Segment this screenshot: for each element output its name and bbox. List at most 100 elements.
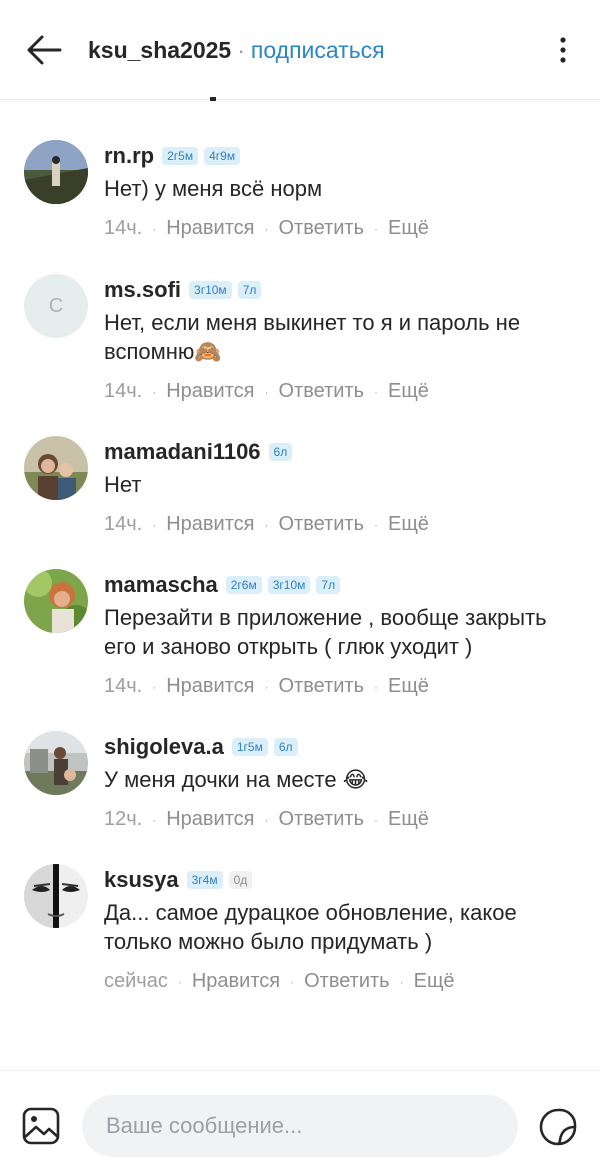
avatar[interactable]	[24, 569, 88, 633]
comment-text: Нет) у меня всё норм	[104, 176, 323, 201]
sticker-icon	[539, 1108, 577, 1146]
avatar[interactable]	[24, 731, 88, 795]
reply-button[interactable]: Ответить	[279, 808, 365, 831]
comment-text: Да... самое дурацкое обновление, какое т…	[104, 900, 517, 954]
comment-text: Перезайти в приложение , вообще закрыть …	[104, 605, 547, 659]
reply-button[interactable]: Ответить	[279, 513, 365, 536]
message-composer	[0, 1070, 600, 1169]
comment-username[interactable]: mamadani1106	[104, 439, 261, 465]
membership-badge: 2г6м	[225, 576, 262, 594]
membership-badge: 3г4м	[186, 871, 223, 889]
like-button[interactable]: Нравится	[166, 513, 254, 536]
reply-button[interactable]: Ответить	[279, 675, 365, 698]
sticker-button[interactable]	[538, 1107, 578, 1147]
like-button[interactable]: Нравится	[166, 675, 254, 698]
comment-text: У меня дочки на месте 😂	[104, 767, 369, 792]
comment-actions: 12ч. · Нравится · Ответить · Ещё	[104, 808, 584, 831]
avatar[interactable]	[24, 864, 88, 928]
more-button[interactable]: Ещё	[388, 808, 429, 831]
membership-badge: 4г9м	[204, 147, 241, 165]
more-button[interactable]: Ещё	[388, 380, 429, 403]
comment-time: сейчас	[104, 970, 168, 992]
top-bar: ksu_sha2025 · подписаться	[0, 0, 600, 100]
scroll-artifact	[210, 97, 216, 101]
like-button[interactable]: Нравится	[192, 970, 280, 993]
page-title: ksu_sha2025 · подписаться	[88, 36, 385, 64]
membership-badge: 7л	[316, 576, 341, 594]
more-button[interactable]: Ещё	[388, 217, 429, 240]
avatar-photo-icon	[24, 864, 88, 928]
meta-separator: ·	[152, 384, 157, 399]
meta-separator: ·	[152, 517, 157, 532]
arrow-left-icon	[27, 35, 62, 65]
comment-list[interactable]: rn.rp 2г5м 4г9м Нет) у меня всё норм 14ч…	[0, 100, 600, 1070]
comment-time: 14ч.	[104, 380, 143, 402]
membership-badge: 0д	[228, 871, 253, 889]
avatar[interactable]	[24, 140, 88, 204]
membership-badge: 3г10м	[267, 576, 311, 594]
avatar-photo-icon	[24, 731, 88, 795]
meta-separator: ·	[374, 679, 378, 694]
like-button[interactable]: Нравится	[166, 217, 254, 240]
meta-separator: ·	[264, 812, 269, 827]
membership-badge: 6л	[273, 738, 298, 756]
comment-time: 14ч.	[104, 513, 143, 535]
comment-text: Нет	[104, 472, 142, 497]
comment-username[interactable]: shigoleva.a	[104, 734, 224, 760]
back-button[interactable]	[22, 30, 66, 70]
like-button[interactable]: Нравится	[166, 808, 254, 831]
message-input[interactable]	[82, 1095, 518, 1157]
attach-image-button[interactable]	[22, 1107, 60, 1145]
avatar[interactable]: С	[24, 274, 88, 338]
comment-username[interactable]: ksusya	[104, 867, 179, 893]
more-vertical-icon	[560, 37, 566, 63]
comment-actions: 14ч. · Нравится · Ответить · Ещё	[104, 675, 584, 698]
avatar-photo-icon	[24, 436, 88, 500]
comment-actions: 14ч. · Нравится · Ответить · Ещё	[104, 380, 584, 403]
subscribe-link[interactable]: подписаться	[251, 37, 385, 63]
reply-button[interactable]: Ответить	[279, 217, 365, 240]
meta-separator: ·	[374, 384, 378, 399]
meta-separator: ·	[264, 517, 269, 532]
comment-actions: сейчас · Нравится · Ответить · Ещё	[104, 970, 584, 993]
more-button[interactable]: Ещё	[388, 675, 429, 698]
avatar-photo-icon	[24, 140, 88, 204]
meta-separator: ·	[374, 221, 378, 236]
membership-badge: 6л	[268, 443, 293, 461]
avatar[interactable]	[24, 436, 88, 500]
meta-separator: ·	[152, 221, 157, 236]
membership-badge: 2г5м	[162, 147, 199, 165]
comment-time: 14ч.	[104, 675, 143, 697]
meta-separator: ·	[399, 974, 404, 989]
more-button[interactable]: Ещё	[388, 513, 429, 536]
comment-username[interactable]: rn.rp	[104, 143, 154, 169]
like-button[interactable]: Нравится	[166, 380, 254, 403]
comment-username[interactable]: mamascha	[104, 572, 218, 598]
comment-time: 12ч.	[104, 808, 143, 830]
comment-username[interactable]: ms.sofi	[104, 277, 181, 303]
more-button[interactable]: Ещё	[414, 970, 455, 993]
reply-button[interactable]: Ответить	[304, 970, 390, 993]
membership-badge: 3г10м	[189, 281, 232, 299]
meta-separator: ·	[264, 384, 269, 399]
profile-username[interactable]: ksu_sha2025	[88, 37, 231, 63]
reply-button[interactable]: Ответить	[279, 380, 365, 403]
meta-separator: ·	[152, 812, 157, 827]
meta-separator: ·	[264, 679, 269, 694]
meta-separator: ·	[374, 517, 378, 532]
more-options-button[interactable]	[548, 30, 578, 70]
membership-badge: 1г5м	[231, 738, 268, 756]
comment-actions: 14ч. · Нравится · Ответить · Ещё	[104, 217, 584, 240]
comment-actions: 14ч. · Нравится · Ответить · Ещё	[104, 513, 584, 536]
comment-text: Нет, если меня выкинет то я и пароль не …	[104, 310, 521, 364]
title-separator: ·	[237, 37, 245, 63]
meta-separator: ·	[152, 679, 157, 694]
meta-separator: ·	[264, 221, 269, 236]
membership-badge: 7л	[237, 281, 262, 299]
meta-separator: ·	[290, 974, 295, 989]
meta-separator: ·	[177, 974, 182, 989]
comment-time: 14ч.	[104, 217, 143, 239]
avatar-photo-icon	[24, 569, 88, 633]
meta-separator: ·	[374, 812, 378, 827]
image-icon	[22, 1107, 60, 1145]
